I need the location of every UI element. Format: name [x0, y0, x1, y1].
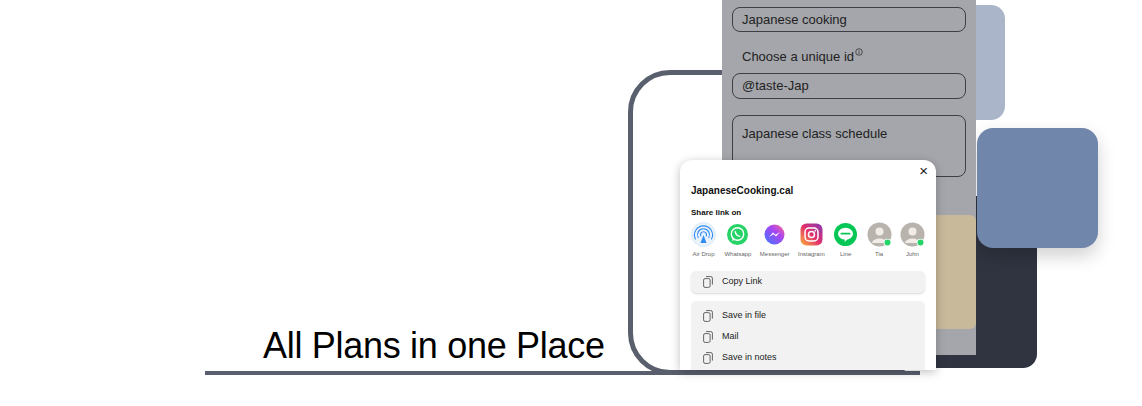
- line-icon: [833, 222, 858, 247]
- share-target-label: Whatsapp: [724, 250, 751, 258]
- cover-image: [930, 215, 976, 329]
- share-target[interactable]: Messenger: [760, 222, 790, 258]
- share-target-label: Air Drop: [692, 250, 714, 258]
- instagram-icon: [799, 222, 824, 247]
- action-row[interactable]: Save in file: [703, 305, 913, 326]
- share-target-label: Line: [840, 250, 851, 258]
- action-label: Save in file: [722, 309, 766, 323]
- contact-avatar-icon: [900, 222, 925, 247]
- share-target-label: John: [906, 250, 919, 258]
- file-title: JapaneseCooking.cal: [691, 184, 925, 197]
- action-row[interactable]: Save in notes: [703, 347, 913, 368]
- hero-banner: All Plans in one Place Japanese cooking …: [0, 0, 1142, 406]
- share-target[interactable]: John: [900, 222, 925, 258]
- share-target[interactable]: Air Drop: [691, 222, 716, 258]
- action-row[interactable]: Mail: [703, 326, 913, 347]
- name-field[interactable]: Japanese cooking: [732, 7, 966, 32]
- id-field[interactable]: @taste-Jap: [732, 73, 966, 99]
- whatsapp-icon: [725, 222, 750, 247]
- share-target-label: Instagram: [798, 250, 825, 258]
- airdrop-icon: [691, 222, 716, 247]
- headline: All Plans in one Place: [263, 324, 605, 368]
- document-icon: [703, 276, 713, 288]
- share-targets: Air Drop Whatsapp Messenger Instagram Line Ti…: [691, 222, 925, 258]
- messenger-icon: [762, 222, 787, 247]
- action-group: Save in file Mail Save in notes: [691, 301, 925, 370]
- share-target[interactable]: Instagram: [798, 222, 825, 258]
- decor-square: [977, 128, 1098, 248]
- share-target[interactable]: Whatsapp: [724, 222, 751, 258]
- share-sheet: × JapaneseCooking.cal Share link on Air …: [680, 160, 936, 370]
- share-target-label: Messenger: [760, 250, 790, 258]
- copy-link-label: Copy Link: [722, 275, 762, 289]
- close-button[interactable]: ×: [919, 164, 928, 178]
- action-label: Mail: [722, 330, 739, 344]
- action-label: Save in notes: [722, 351, 777, 365]
- document-icon: [703, 331, 713, 343]
- info-icon[interactable]: [855, 48, 863, 56]
- share-target-label: Tia: [875, 250, 883, 258]
- document-icon: [703, 352, 713, 364]
- share-target[interactable]: Tia: [867, 222, 892, 258]
- contact-avatar-icon: [867, 222, 892, 247]
- share-label: Share link on: [691, 208, 925, 218]
- share-target[interactable]: Line: [833, 222, 858, 258]
- copy-link-button[interactable]: Copy Link: [691, 271, 925, 293]
- document-icon: [703, 310, 713, 322]
- id-label: Choose a unique id: [732, 47, 966, 67]
